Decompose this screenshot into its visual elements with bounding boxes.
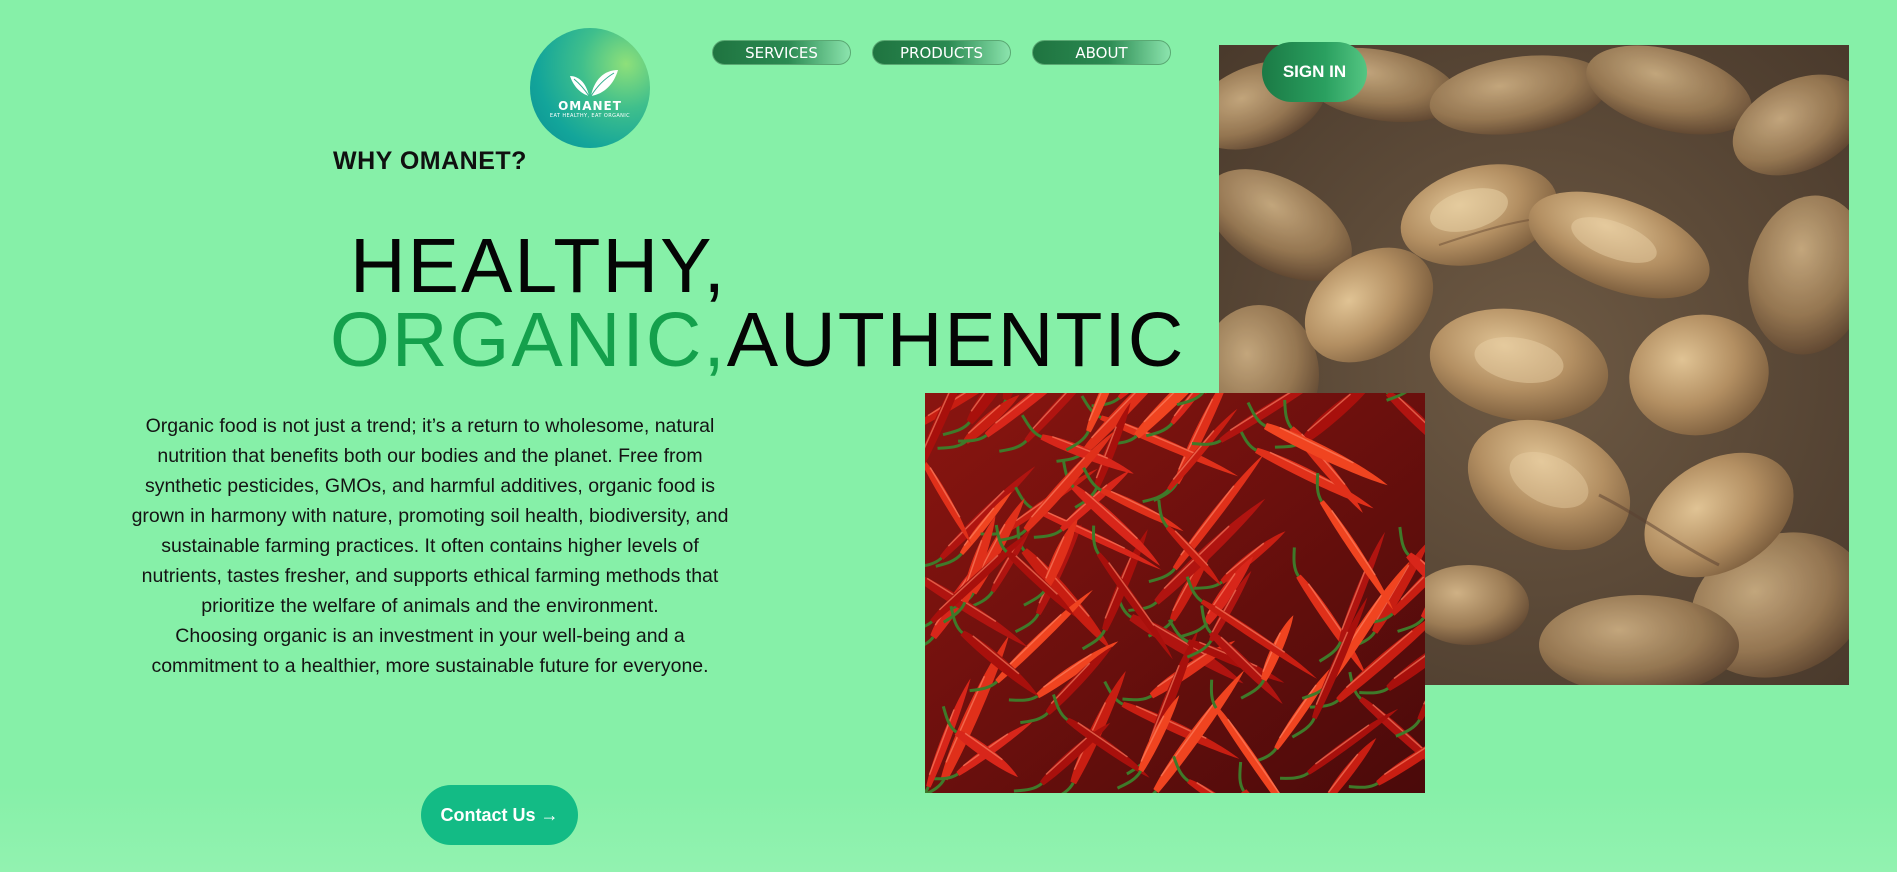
headline-organic: ORGANIC, xyxy=(330,297,727,383)
nav-products-button[interactable]: PRODUCTS xyxy=(872,40,1011,65)
logo-name: OMANET xyxy=(558,98,622,113)
headline-line-2: ORGANIC,AUTHENTIC xyxy=(330,300,1185,380)
headline-healthy: HEALTHY, xyxy=(350,223,727,309)
description-paragraph-1: Organic food is not just a trend; it’s a… xyxy=(131,415,729,617)
description-text: Organic food is not just a trend; it’s a… xyxy=(128,411,732,681)
chili-photo xyxy=(925,393,1425,793)
nav-about-button[interactable]: ABOUT xyxy=(1032,40,1171,65)
omanet-logo[interactable]: OMANET EAT HEALTHY, EAT ORGANIC xyxy=(530,28,650,148)
leaf-icon xyxy=(570,69,618,96)
logo-tagline: EAT HEALTHY, EAT ORGANIC xyxy=(549,112,631,119)
headline-authentic: AUTHENTIC xyxy=(726,297,1186,383)
nav-services-button[interactable]: SERVICES xyxy=(712,40,851,65)
sign-in-button[interactable]: SIGN IN xyxy=(1262,42,1367,102)
contact-us-button[interactable]: Contact Us → xyxy=(421,785,578,845)
description-paragraph-2: Choosing organic is an investment in you… xyxy=(151,625,709,677)
section-title: WHY OMANET? xyxy=(333,147,527,175)
